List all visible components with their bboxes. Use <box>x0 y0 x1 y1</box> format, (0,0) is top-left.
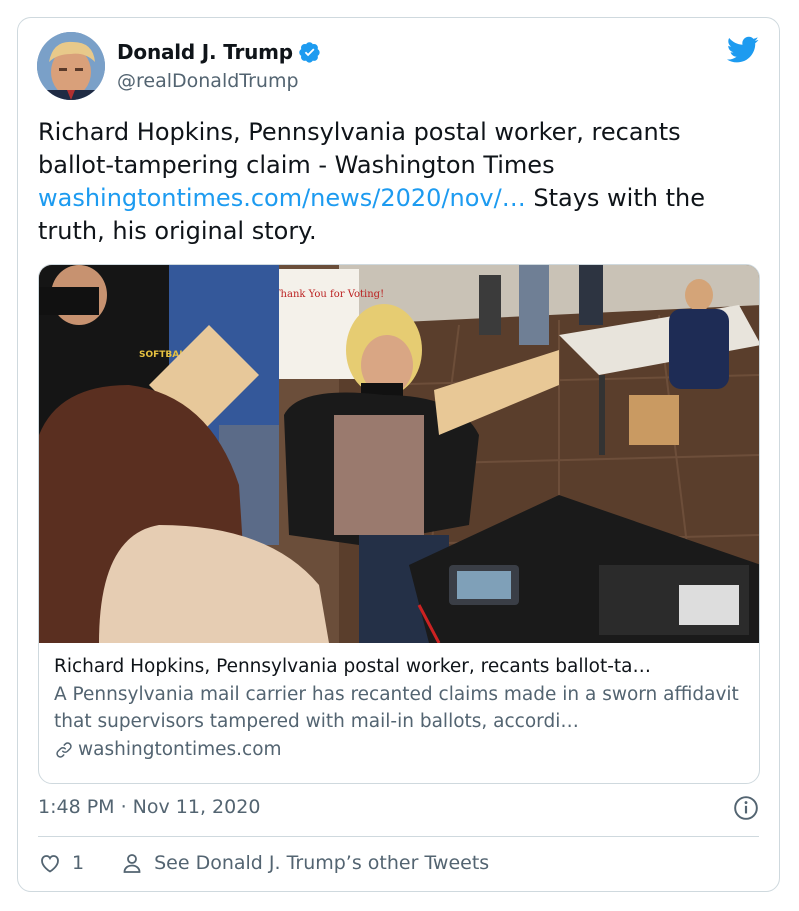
like-button[interactable]: 1 <box>38 851 84 875</box>
link-preview-photo[interactable]: Thank You for Voting! SOFTBALL COACH <box>39 265 760 643</box>
link-preview-title[interactable]: Richard Hopkins, Pennsylvania postal wor… <box>54 653 749 680</box>
person-icon <box>123 854 141 873</box>
author-name-row[interactable]: Donald J. Trump <box>117 40 321 64</box>
divider <box>38 836 759 837</box>
tweet-link[interactable]: washingtontimes.com/news/2020/nov/… <box>38 184 526 212</box>
author-handle[interactable]: @realDonaldTrump <box>117 70 299 92</box>
tweet-timestamp[interactable]: 1:48 PM · Nov 11, 2020 <box>38 796 260 818</box>
tweet-text: Richard Hopkins, Pennsylvania postal wor… <box>38 116 763 248</box>
profile-link-button[interactable]: See Donald J. Trump’s other Tweets <box>120 851 489 875</box>
verified-badge-icon <box>299 42 320 63</box>
action-bar: 1 See Donald J. Trump’s other Tweets <box>38 851 489 875</box>
photo-sign-text: Thank You for Voting! <box>274 289 384 300</box>
link-preview-card[interactable]: Thank You for Voting! SOFTBALL COACH <box>38 264 760 784</box>
link-preview-description: A Pennsylvania mail carrier has recanted… <box>54 684 739 732</box>
profile-link-text: See Donald J. Trump’s other Tweets <box>154 852 490 874</box>
link-preview-meta: Richard Hopkins, Pennsylvania postal wor… <box>54 653 749 763</box>
link-icon <box>56 741 72 758</box>
link-preview-domain-row: washingtontimes.com <box>54 736 749 763</box>
heart-icon <box>41 855 59 873</box>
tweet-card: Donald J. Trump @realDonaldTrump Richard… <box>17 17 780 892</box>
tweet-text-part1: Richard Hopkins, Pennsylvania postal wor… <box>38 118 681 179</box>
author-name[interactable]: Donald J. Trump <box>117 40 293 64</box>
like-count: 1 <box>72 852 85 874</box>
avatar[interactable] <box>37 32 105 100</box>
info-icon[interactable] <box>733 795 759 821</box>
link-preview-domain: washingtontimes.com <box>78 739 282 760</box>
twitter-bird-icon[interactable] <box>727 36 759 64</box>
